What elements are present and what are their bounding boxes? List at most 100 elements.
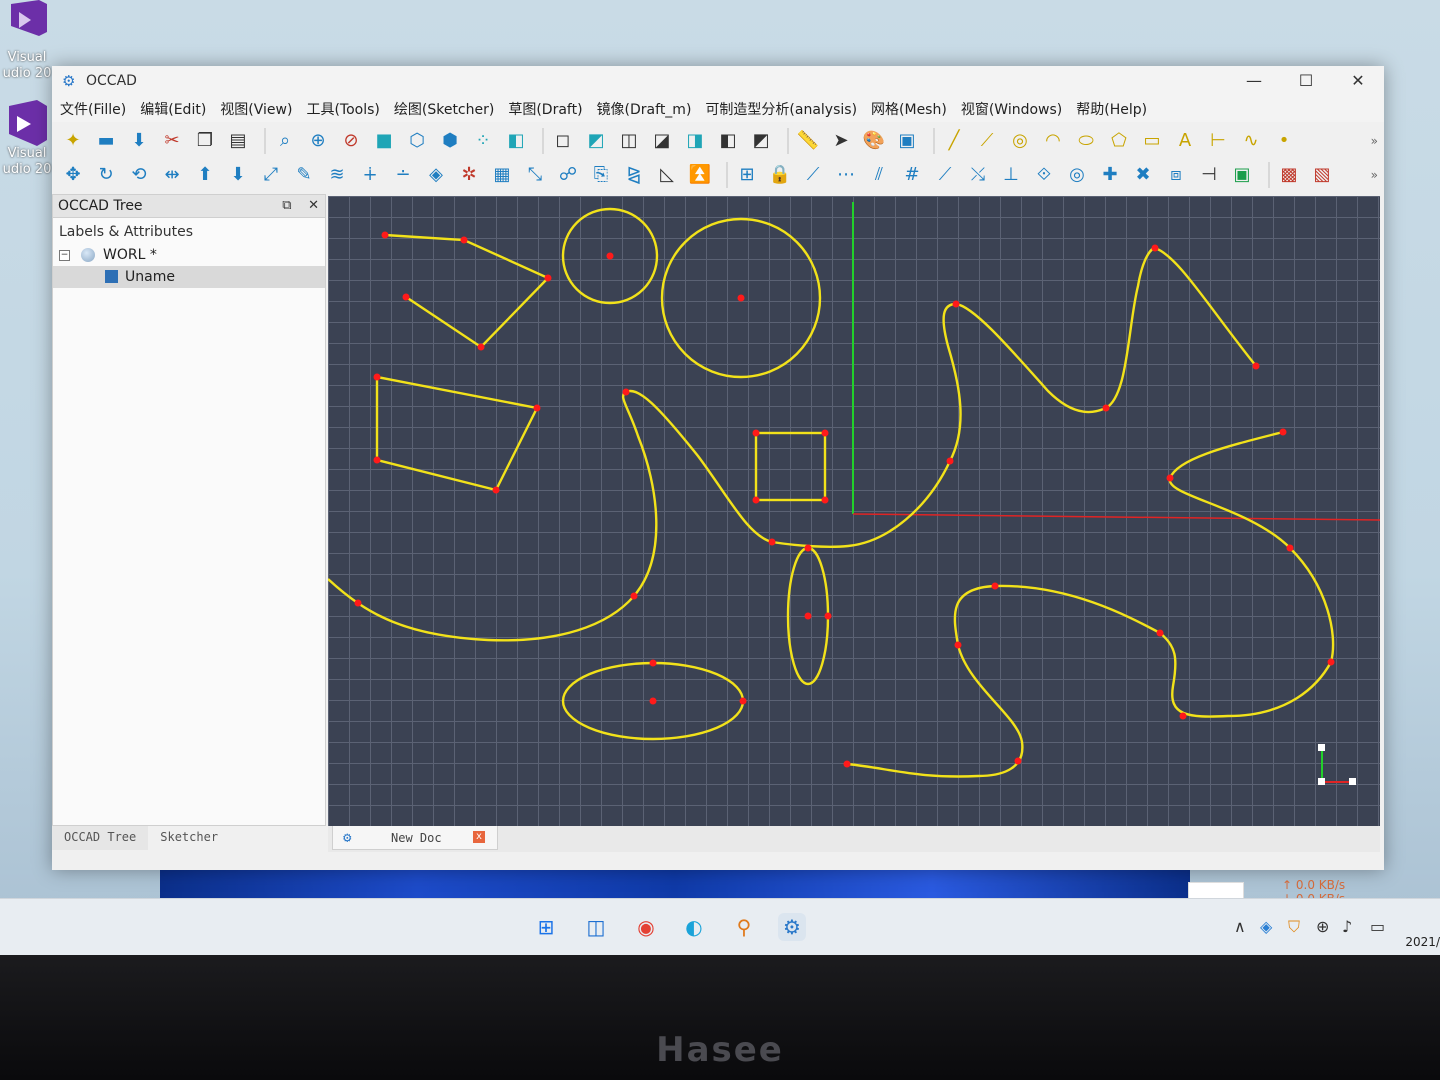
snap-angle-icon[interactable]: ✚ (1097, 162, 1123, 188)
hidden-line-view-icon[interactable]: ⬢ (437, 128, 463, 154)
close-tab-icon[interactable]: x (473, 831, 485, 843)
menu-mesh[interactable]: 网格(Mesh) (871, 99, 947, 119)
new-file-icon[interactable]: ✦ (60, 128, 86, 154)
network-globe-icon[interactable]: ⊕ (1316, 917, 1329, 936)
polyline-open[interactable] (384, 233, 551, 349)
working-plane-icon[interactable]: ⧈ (1163, 162, 1189, 188)
view-right-icon[interactable]: ◫ (616, 128, 642, 154)
tab-occad-tree[interactable]: OCCAD Tree (52, 826, 149, 850)
snap-endpoint-icon[interactable]: ⟋ (800, 162, 826, 188)
view-bottom-icon[interactable]: ◧ (715, 128, 741, 154)
path-array-icon[interactable]: ⤡ (522, 162, 548, 188)
wire-to-bspline-icon[interactable]: ≋ (324, 162, 350, 188)
edge-icon[interactable]: ◐ (680, 913, 708, 941)
desktop-shortcut-visual-studio[interactable]: Visual udio 20 (0, 0, 54, 82)
arc-icon[interactable]: ◠ (1040, 128, 1066, 154)
cube-view-icon[interactable]: ◧ (503, 128, 529, 154)
text-icon[interactable]: A (1172, 128, 1198, 154)
desktop-shortcut-visual-studio-2[interactable]: Visual udio 20 (0, 96, 54, 178)
square[interactable] (754, 431, 827, 502)
snap-parallel-icon[interactable]: ⫽ (866, 162, 892, 188)
cut-icon[interactable]: ✂ (159, 128, 185, 154)
polygon-icon[interactable]: ⬠ (1106, 128, 1132, 154)
drawing-icon[interactable]: ⎘ (588, 162, 614, 188)
ellipse-icon[interactable]: ⬭ (1073, 128, 1099, 154)
mesh-analysis-icon[interactable]: ▩ (1276, 162, 1302, 188)
tree-item-uname[interactable]: Uname (53, 266, 325, 288)
menu-analysis[interactable]: 可制造型分析(analysis) (705, 99, 857, 119)
save-icon[interactable]: ⬇ (126, 128, 152, 154)
3d-viewport[interactable] (328, 196, 1380, 826)
move-icon[interactable]: ✥ (60, 162, 86, 188)
title-bar[interactable]: ⚙ OCCAD — ☐ ✕ (52, 66, 1384, 96)
clone-icon[interactable]: ☍ (555, 162, 581, 188)
tab-sketcher[interactable]: Sketcher (148, 826, 230, 850)
snap-center-icon[interactable]: ◎ (1064, 162, 1090, 188)
grid-icon[interactable]: ⊞ (734, 162, 760, 188)
windows-start-icon[interactable]: ⊞ (532, 913, 560, 941)
view-axo-icon[interactable]: ◩ (748, 128, 774, 154)
tree-item-root[interactable]: − WORL * (53, 244, 325, 266)
shape-2d-view-icon[interactable]: ◈ (423, 162, 449, 188)
delete-point-icon[interactable]: ∸ (390, 162, 416, 188)
chrome-icon[interactable]: ◉ (632, 913, 660, 941)
view-isometric-icon[interactable]: ⊘ (338, 128, 364, 154)
minimize-button[interactable]: — (1228, 66, 1280, 96)
menu-view[interactable]: 视图(View) (220, 99, 292, 119)
view-left-icon[interactable]: ◪ (649, 128, 675, 154)
search-app-icon[interactable]: ⚲ (730, 913, 758, 941)
array-icon[interactable]: ▦ (489, 162, 515, 188)
snap-intersection-icon[interactable]: ✖ (1130, 162, 1156, 188)
battery-icon[interactable]: ▭ (1370, 917, 1385, 936)
view-rear-icon[interactable]: ◨ (682, 128, 708, 154)
menu-edit[interactable]: 编辑(Edit) (140, 99, 206, 119)
wireframe-view-icon[interactable]: ⬡ (404, 128, 430, 154)
edit-icon[interactable]: ✎ (291, 162, 317, 188)
clock[interactable]: 2021/ (1405, 935, 1440, 949)
image-icon[interactable]: ▣ (894, 128, 920, 154)
offset-icon[interactable]: ⟲ (126, 162, 152, 188)
menu-windows[interactable]: 视窗(Windows) (961, 99, 1062, 119)
menu-tools[interactable]: 工具(Tools) (306, 99, 379, 119)
open-folder-icon[interactable]: ▬ (93, 128, 119, 154)
snap-special-icon[interactable]: ⟐ (1031, 162, 1057, 188)
spline-right[interactable] (846, 430, 1335, 778)
document-tab[interactable]: ⚙ New Doc x (332, 826, 498, 850)
polyline-icon[interactable]: ⟋ (974, 128, 1000, 154)
zoom-icon[interactable]: ⊕ (305, 128, 331, 154)
sketch-canvas[interactable] (328, 196, 1380, 826)
point-icon[interactable]: • (1271, 128, 1297, 154)
volume-icon[interactable]: ♪ (1342, 917, 1352, 936)
rotate-icon[interactable]: ↻ (93, 162, 119, 188)
rectangle-icon[interactable]: ▭ (1139, 128, 1165, 154)
shield-icon[interactable]: ⛉ (1288, 917, 1300, 937)
menu-file[interactable]: 文件(Fille) (60, 99, 126, 119)
maximize-button[interactable]: ☐ (1280, 66, 1332, 96)
scale-icon[interactable]: ⤢ (258, 162, 284, 188)
palette-icon[interactable]: 🎨 (861, 128, 887, 154)
select-arrow-icon[interactable]: ➤ (828, 128, 854, 154)
zoom-fit-icon[interactable]: ⌕ (272, 128, 298, 154)
mirror-icon[interactable]: ⧎ (621, 162, 647, 188)
draft-to-sketch-icon[interactable]: ✲ (456, 162, 482, 188)
panel-close-button[interactable]: ✕ (308, 198, 319, 213)
extrude-icon[interactable]: ⏫ (687, 162, 713, 188)
spline-left[interactable] (328, 246, 1257, 642)
line-icon[interactable]: ╱ (941, 128, 967, 154)
snap-extension-icon[interactable]: ⋯ (833, 162, 859, 188)
menu-help[interactable]: 帮助(Help) (1076, 99, 1147, 119)
dimension-icon[interactable]: ⊢ (1205, 128, 1231, 154)
circle-icon[interactable]: ◎ (1007, 128, 1033, 154)
task-view-icon[interactable]: ◫ (582, 913, 610, 941)
view-top-icon[interactable]: ◩ (583, 128, 609, 154)
tray-chevron-icon[interactable]: ∧ (1234, 917, 1246, 936)
mesh-check-icon[interactable]: ▧ (1309, 162, 1335, 188)
shaded-view-icon[interactable]: ■ (371, 128, 397, 154)
add-point-icon[interactable]: ∔ (357, 162, 383, 188)
occad-taskbar-icon[interactable]: ⚙ (778, 913, 806, 941)
collapse-icon[interactable]: − (59, 250, 70, 261)
upgrade-icon[interactable]: ⬆ (192, 162, 218, 188)
snap-grid-icon[interactable]: # (899, 162, 925, 188)
snap-near-icon[interactable]: ⟋ (932, 162, 958, 188)
toggle-display-icon[interactable]: ▣ (1229, 162, 1255, 188)
